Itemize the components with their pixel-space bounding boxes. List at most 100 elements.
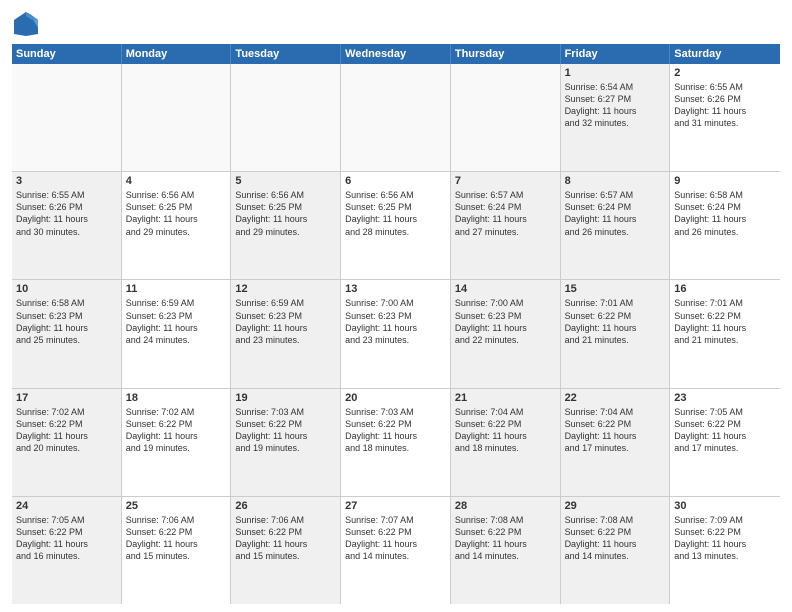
day-cell-11: 11Sunrise: 6:59 AM Sunset: 6:23 PM Dayli… — [122, 280, 232, 387]
header-day-thursday: Thursday — [451, 44, 561, 64]
day-number: 12 — [235, 283, 336, 295]
day-cell-15: 15 Sunrise: 7:01 AM Sunset: 6:22 PM Dayli… — [561, 280, 671, 387]
day-cell-13: 13 Sunrise: 7:00 AM Sunset: 6:23 PM Dayli… — [341, 280, 451, 387]
day-number: 13 — [345, 283, 446, 295]
day-info: Sunrise: 7:00 AM Sunset: 6:23 PM Dayligh… — [455, 297, 556, 346]
day-cell-25: 25 Sunrise: 7:06 AM Sunset: 6:22 PM Dayli… — [122, 497, 232, 604]
calendar: SundayMondayTuesdayWednesdayThursdayFrid… — [12, 44, 780, 604]
day-info: Sunrise: 6:56 AM Sunset: 6:25 PM Dayligh… — [235, 189, 336, 238]
day-number: 17 — [16, 392, 117, 404]
day-cell-26: 26 Sunrise: 7:06 AM Sunset: 6:22 PM Dayli… — [231, 497, 341, 604]
day-cell-8: 8 Sunrise: 6:57 AM Sunset: 6:24 PM Daylig… — [561, 172, 671, 279]
day-cell-12: 12 Sunrise: 6:59 AM Sunset: 6:23 PM Dayli… — [231, 280, 341, 387]
day-cell-29: 29Sunrise: 7:08 AM Sunset: 6:22 PM Dayli… — [561, 497, 671, 604]
day-number: 8 — [565, 175, 666, 187]
day-info: Sunrise: 6:55 AM Sunset: 6:26 PM Dayligh… — [16, 189, 117, 238]
day-cell-16: 16Sunrise: 7:01 AM Sunset: 6:22 PM Dayli… — [670, 280, 780, 387]
day-cell-1: 1Sunrise: 6:54 AM Sunset: 6:27 PM Daylig… — [561, 64, 671, 171]
day-info: Sunrise: 7:04 AM Sunset: 6:22 PM Dayligh… — [565, 406, 666, 455]
day-info: Sunrise: 6:55 AM Sunset: 6:26 PM Dayligh… — [674, 81, 776, 130]
day-info: Sunrise: 7:06 AM Sunset: 6:22 PM Dayligh… — [126, 514, 227, 563]
day-cell-4: 4Sunrise: 6:56 AM Sunset: 6:25 PM Daylig… — [122, 172, 232, 279]
day-number: 29 — [565, 500, 666, 512]
day-cell-9: 9 Sunrise: 6:58 AM Sunset: 6:24 PM Daylig… — [670, 172, 780, 279]
day-info: Sunrise: 7:03 AM Sunset: 6:22 PM Dayligh… — [345, 406, 446, 455]
day-cell-3: 3 Sunrise: 6:55 AM Sunset: 6:26 PM Daylig… — [12, 172, 122, 279]
page: SundayMondayTuesdayWednesdayThursdayFrid… — [0, 0, 792, 612]
calendar-row-2: 10 Sunrise: 6:58 AM Sunset: 6:23 PM Dayli… — [12, 280, 780, 388]
day-cell-21: 21 Sunrise: 7:04 AM Sunset: 6:22 PM Dayli… — [451, 389, 561, 496]
empty-cell-0-4 — [451, 64, 561, 171]
header-day-sunday: Sunday — [12, 44, 122, 64]
header — [12, 10, 780, 38]
day-info: Sunrise: 7:09 AM Sunset: 6:22 PM Dayligh… — [674, 514, 776, 563]
day-number: 28 — [455, 500, 556, 512]
calendar-body: 1Sunrise: 6:54 AM Sunset: 6:27 PM Daylig… — [12, 64, 780, 604]
header-day-saturday: Saturday — [670, 44, 780, 64]
empty-cell-0-2 — [231, 64, 341, 171]
calendar-row-4: 24Sunrise: 7:05 AM Sunset: 6:22 PM Dayli… — [12, 497, 780, 604]
logo — [12, 10, 44, 38]
calendar-row-1: 3 Sunrise: 6:55 AM Sunset: 6:26 PM Daylig… — [12, 172, 780, 280]
day-number: 15 — [565, 283, 666, 295]
day-info: Sunrise: 7:01 AM Sunset: 6:22 PM Dayligh… — [565, 297, 666, 346]
day-info: Sunrise: 7:08 AM Sunset: 6:22 PM Dayligh… — [455, 514, 556, 563]
day-cell-18: 18Sunrise: 7:02 AM Sunset: 6:22 PM Dayli… — [122, 389, 232, 496]
day-number: 11 — [126, 283, 227, 295]
day-info: Sunrise: 6:54 AM Sunset: 6:27 PM Dayligh… — [565, 81, 666, 130]
day-cell-28: 28 Sunrise: 7:08 AM Sunset: 6:22 PM Dayli… — [451, 497, 561, 604]
empty-cell-0-3 — [341, 64, 451, 171]
day-number: 26 — [235, 500, 336, 512]
day-cell-20: 20 Sunrise: 7:03 AM Sunset: 6:22 PM Dayli… — [341, 389, 451, 496]
day-info: Sunrise: 7:05 AM Sunset: 6:22 PM Dayligh… — [16, 514, 117, 563]
day-cell-14: 14 Sunrise: 7:00 AM Sunset: 6:23 PM Dayli… — [451, 280, 561, 387]
day-number: 14 — [455, 283, 556, 295]
day-info: Sunrise: 7:00 AM Sunset: 6:23 PM Dayligh… — [345, 297, 446, 346]
day-number: 10 — [16, 283, 117, 295]
day-number: 30 — [674, 500, 776, 512]
day-cell-22: 22 Sunrise: 7:04 AM Sunset: 6:22 PM Dayli… — [561, 389, 671, 496]
day-number: 7 — [455, 175, 556, 187]
day-info: Sunrise: 6:56 AM Sunset: 6:25 PM Dayligh… — [126, 189, 227, 238]
day-info: Sunrise: 7:02 AM Sunset: 6:22 PM Dayligh… — [16, 406, 117, 455]
day-number: 5 — [235, 175, 336, 187]
day-cell-19: 19Sunrise: 7:03 AM Sunset: 6:22 PM Dayli… — [231, 389, 341, 496]
day-info: Sunrise: 7:06 AM Sunset: 6:22 PM Dayligh… — [235, 514, 336, 563]
day-number: 16 — [674, 283, 776, 295]
day-number: 22 — [565, 392, 666, 404]
day-cell-27: 27Sunrise: 7:07 AM Sunset: 6:22 PM Dayli… — [341, 497, 451, 604]
day-cell-7: 7 Sunrise: 6:57 AM Sunset: 6:24 PM Daylig… — [451, 172, 561, 279]
day-info: Sunrise: 6:57 AM Sunset: 6:24 PM Dayligh… — [455, 189, 556, 238]
empty-cell-0-1 — [122, 64, 232, 171]
day-info: Sunrise: 6:58 AM Sunset: 6:23 PM Dayligh… — [16, 297, 117, 346]
day-info: Sunrise: 7:02 AM Sunset: 6:22 PM Dayligh… — [126, 406, 227, 455]
day-cell-6: 6Sunrise: 6:56 AM Sunset: 6:25 PM Daylig… — [341, 172, 451, 279]
day-cell-30: 30 Sunrise: 7:09 AM Sunset: 6:22 PM Dayli… — [670, 497, 780, 604]
day-info: Sunrise: 6:57 AM Sunset: 6:24 PM Dayligh… — [565, 189, 666, 238]
day-info: Sunrise: 7:03 AM Sunset: 6:22 PM Dayligh… — [235, 406, 336, 455]
logo-icon — [12, 10, 40, 38]
day-info: Sunrise: 6:59 AM Sunset: 6:23 PM Dayligh… — [235, 297, 336, 346]
day-info: Sunrise: 6:58 AM Sunset: 6:24 PM Dayligh… — [674, 189, 776, 238]
day-number: 3 — [16, 175, 117, 187]
calendar-row-3: 17 Sunrise: 7:02 AM Sunset: 6:22 PM Dayli… — [12, 389, 780, 497]
day-number: 21 — [455, 392, 556, 404]
day-cell-10: 10 Sunrise: 6:58 AM Sunset: 6:23 PM Dayli… — [12, 280, 122, 387]
calendar-header: SundayMondayTuesdayWednesdayThursdayFrid… — [12, 44, 780, 64]
header-day-monday: Monday — [122, 44, 232, 64]
day-number: 2 — [674, 67, 776, 79]
day-info: Sunrise: 7:04 AM Sunset: 6:22 PM Dayligh… — [455, 406, 556, 455]
day-cell-23: 23 Sunrise: 7:05 AM Sunset: 6:22 PM Dayli… — [670, 389, 780, 496]
header-day-tuesday: Tuesday — [231, 44, 341, 64]
day-number: 23 — [674, 392, 776, 404]
day-info: Sunrise: 7:07 AM Sunset: 6:22 PM Dayligh… — [345, 514, 446, 563]
day-number: 9 — [674, 175, 776, 187]
empty-cell-0-0 — [12, 64, 122, 171]
day-number: 25 — [126, 500, 227, 512]
day-info: Sunrise: 7:05 AM Sunset: 6:22 PM Dayligh… — [674, 406, 776, 455]
day-number: 20 — [345, 392, 446, 404]
day-number: 6 — [345, 175, 446, 187]
header-day-friday: Friday — [561, 44, 671, 64]
day-cell-24: 24Sunrise: 7:05 AM Sunset: 6:22 PM Dayli… — [12, 497, 122, 604]
day-cell-2: 2 Sunrise: 6:55 AM Sunset: 6:26 PM Daylig… — [670, 64, 780, 171]
